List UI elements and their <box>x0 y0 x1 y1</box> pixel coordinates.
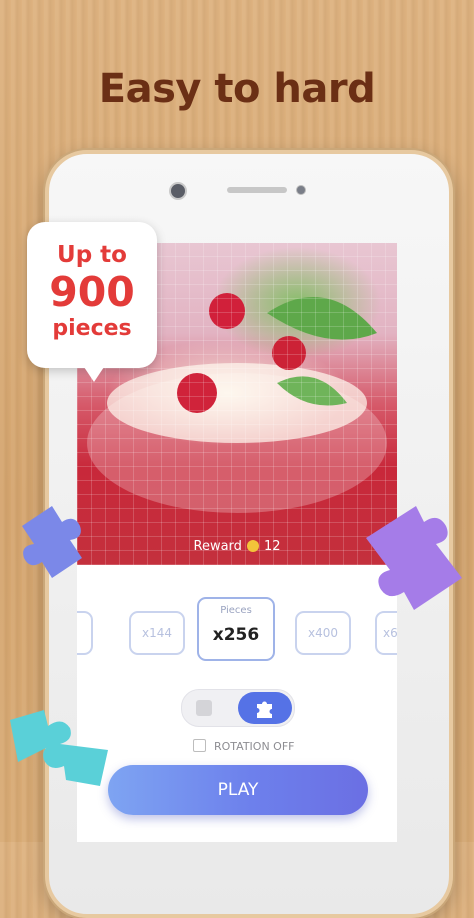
piece-option-400[interactable]: x400 <box>295 611 351 655</box>
reward-label: Reward 12 <box>193 539 281 554</box>
rotation-option[interactable]: ROTATION OFF <box>193 739 295 753</box>
toggle-active-option[interactable] <box>238 692 292 724</box>
piece-option-256[interactable]: Pieces x256 <box>197 597 275 661</box>
square-icon[interactable] <box>196 700 212 716</box>
headline: Easy to hard <box>98 66 376 112</box>
puzzle-piece-icon <box>257 701 272 718</box>
pieces-selector: x144 Pieces x256 x400 x6 <box>77 595 397 665</box>
play-button[interactable]: PLAY <box>108 765 368 815</box>
sensor-icon <box>296 185 306 195</box>
pieces-callout: Up to 900 pieces <box>27 222 157 382</box>
speaker-grille <box>227 187 287 193</box>
purple-puzzle-piece-icon <box>366 506 462 610</box>
mode-toggle[interactable] <box>181 689 295 727</box>
piece-option-144[interactable]: x144 <box>129 611 185 655</box>
teal-puzzle-piece-icon <box>10 710 108 786</box>
checkbox-icon[interactable] <box>193 739 206 752</box>
camera-icon <box>169 182 187 200</box>
piece-option-prev[interactable] <box>77 611 93 655</box>
coin-icon <box>246 540 259 552</box>
